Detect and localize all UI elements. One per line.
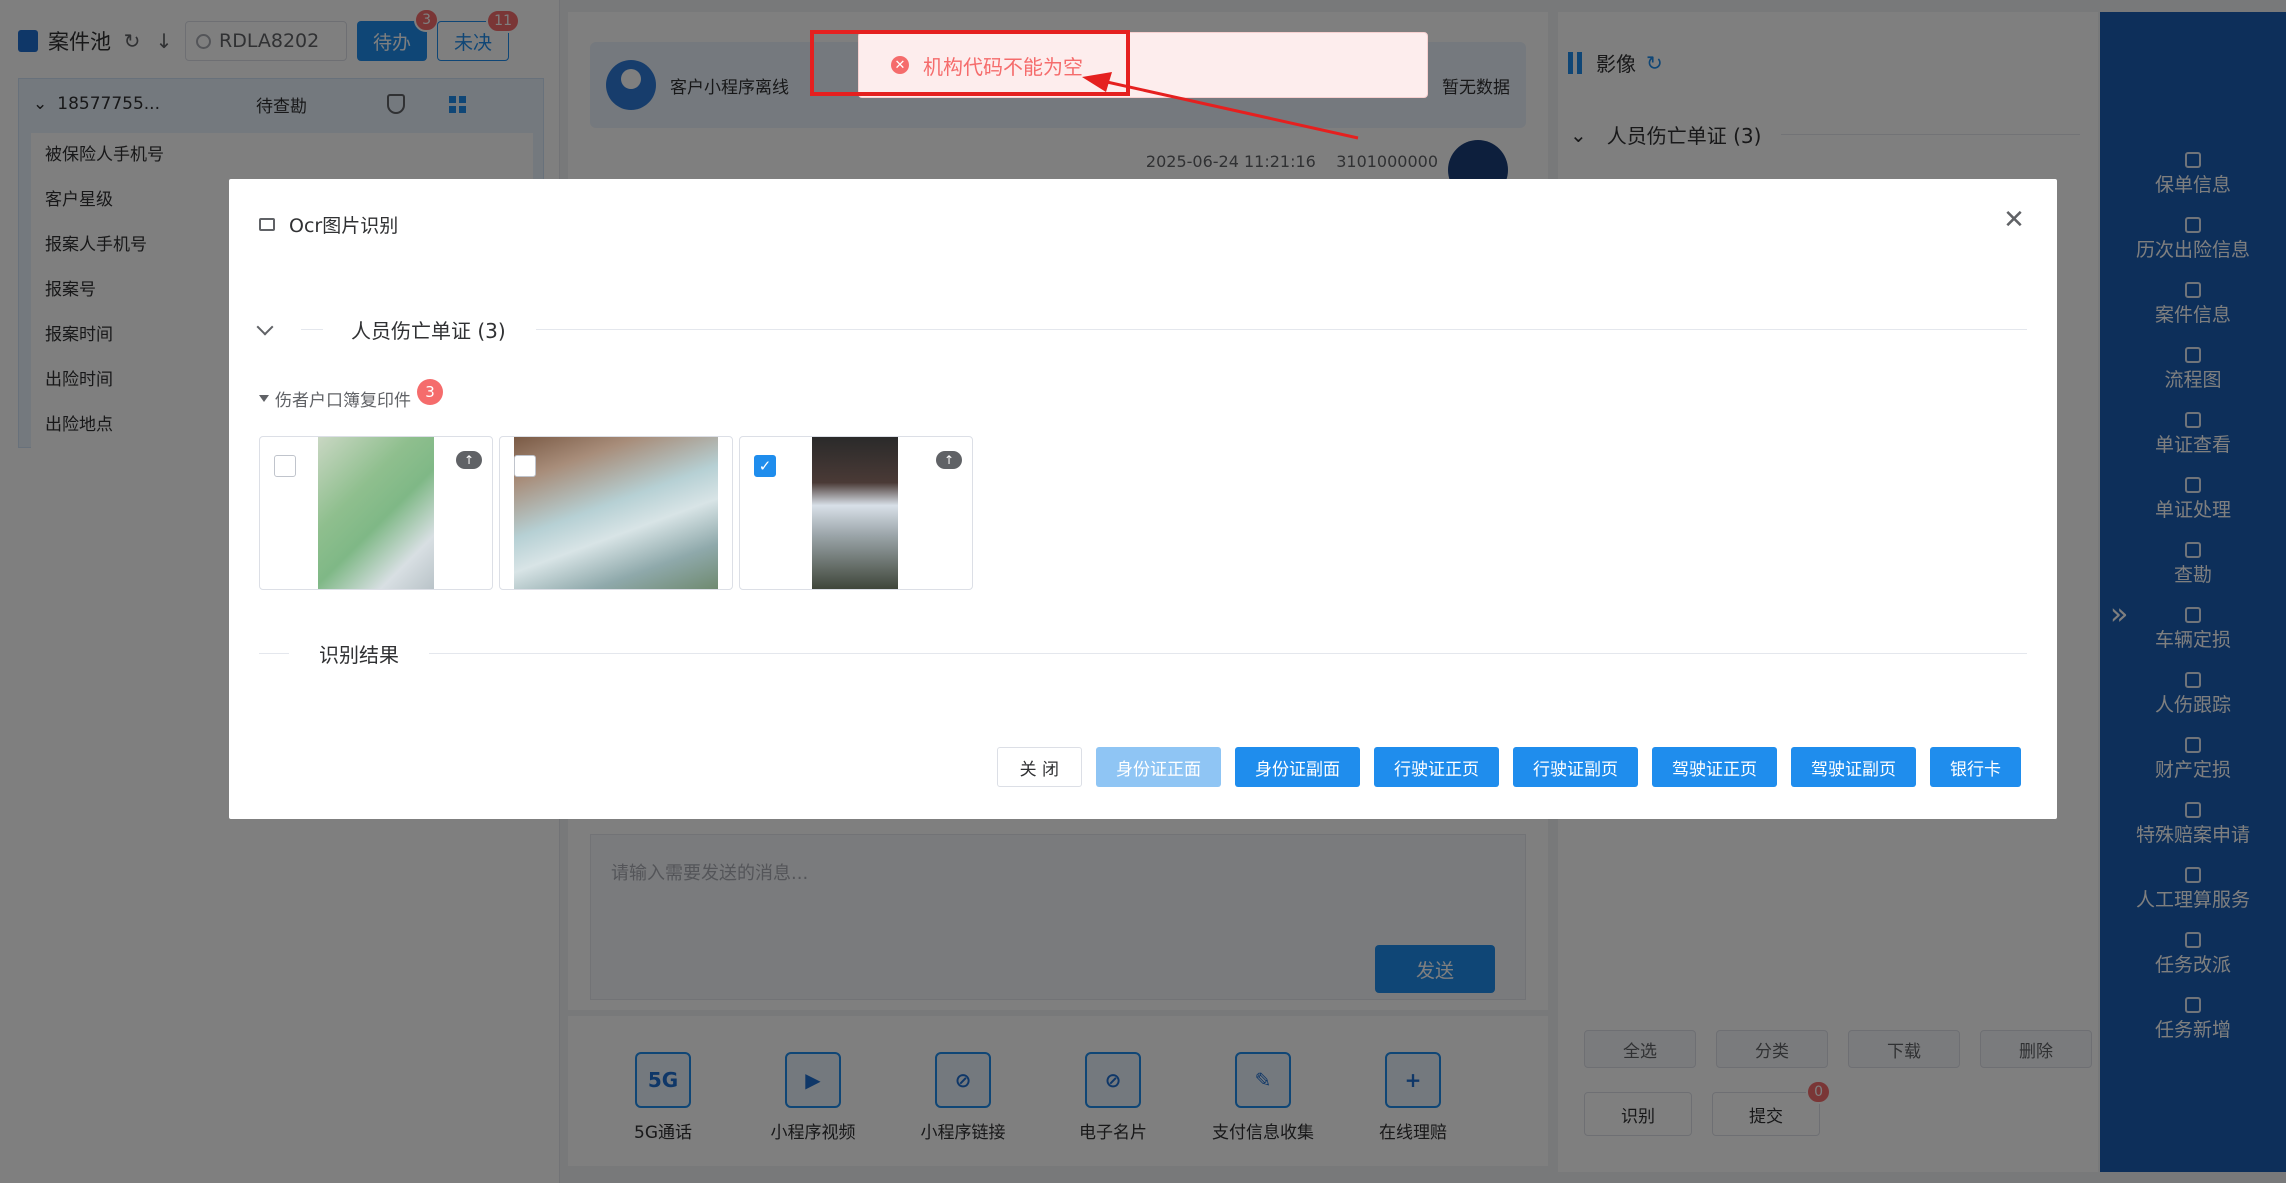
id-front-button[interactable]: 身份证正面 bbox=[1096, 747, 1221, 787]
image-checkbox[interactable] bbox=[514, 455, 536, 477]
image-checkbox[interactable]: ✓ bbox=[754, 455, 776, 477]
divider bbox=[429, 653, 2027, 654]
ocr-icon bbox=[259, 218, 275, 231]
image-card-row: ↑ ✓ ↑ bbox=[259, 436, 973, 590]
upload-cloud-icon[interactable]: ↑ bbox=[456, 451, 482, 469]
close-button[interactable]: 关 闭 bbox=[996, 747, 1082, 787]
result-section-title: 识别结果 bbox=[319, 643, 399, 667]
image-card[interactable]: ✓ ↑ bbox=[739, 436, 973, 590]
close-icon[interactable]: ✕ bbox=[1999, 205, 2029, 235]
image-card[interactable]: ↑ bbox=[259, 436, 493, 590]
document-photo[interactable] bbox=[514, 437, 718, 589]
driver-license-front-button[interactable]: 驾驶证正页 bbox=[1652, 747, 1777, 787]
dialog-title: Ocr图片识别 bbox=[289, 215, 399, 237]
document-photo[interactable] bbox=[812, 437, 898, 589]
image-card[interactable] bbox=[499, 436, 733, 590]
doc-group-header[interactable]: 伤者户口簿复印件 3 bbox=[259, 379, 443, 411]
injury-docs-section-title: 人员伤亡单证 (3) bbox=[351, 319, 506, 343]
ocr-dialog: Ocr图片识别 ✕ 人员伤亡单证 (3) 伤者户口簿复印件 3 ↑ ✓ ↑ 识别… bbox=[229, 179, 2057, 819]
document-photo[interactable] bbox=[318, 437, 434, 589]
injury-docs-section-header[interactable]: 人员伤亡单证 (3) bbox=[256, 315, 2027, 344]
vehicle-license-back-button[interactable]: 行驶证副页 bbox=[1513, 747, 1638, 787]
chevron-down-icon bbox=[256, 318, 274, 335]
caret-down-icon bbox=[259, 394, 269, 402]
doc-group-label: 伤者户口簿复印件 bbox=[275, 390, 411, 411]
upload-cloud-icon[interactable]: ↑ bbox=[936, 451, 962, 469]
bank-card-button[interactable]: 银行卡 bbox=[1930, 747, 2021, 787]
divider bbox=[259, 653, 289, 654]
divider bbox=[535, 329, 2027, 330]
doc-group-count-badge: 3 bbox=[417, 379, 443, 405]
vehicle-license-front-button[interactable]: 行驶证正页 bbox=[1374, 747, 1499, 787]
result-section-header: 识别结果 bbox=[259, 639, 2027, 668]
driver-license-back-button[interactable]: 驾驶证副页 bbox=[1791, 747, 1916, 787]
dialog-footer-buttons: 关 闭 身份证正面 身份证副面 行驶证正页 行驶证副页 驾驶证正页 驾驶证副页 … bbox=[996, 747, 2021, 787]
image-checkbox[interactable] bbox=[274, 455, 296, 477]
dialog-header: Ocr图片识别 bbox=[259, 211, 398, 238]
divider bbox=[301, 329, 323, 330]
id-back-button[interactable]: 身份证副面 bbox=[1235, 747, 1360, 787]
